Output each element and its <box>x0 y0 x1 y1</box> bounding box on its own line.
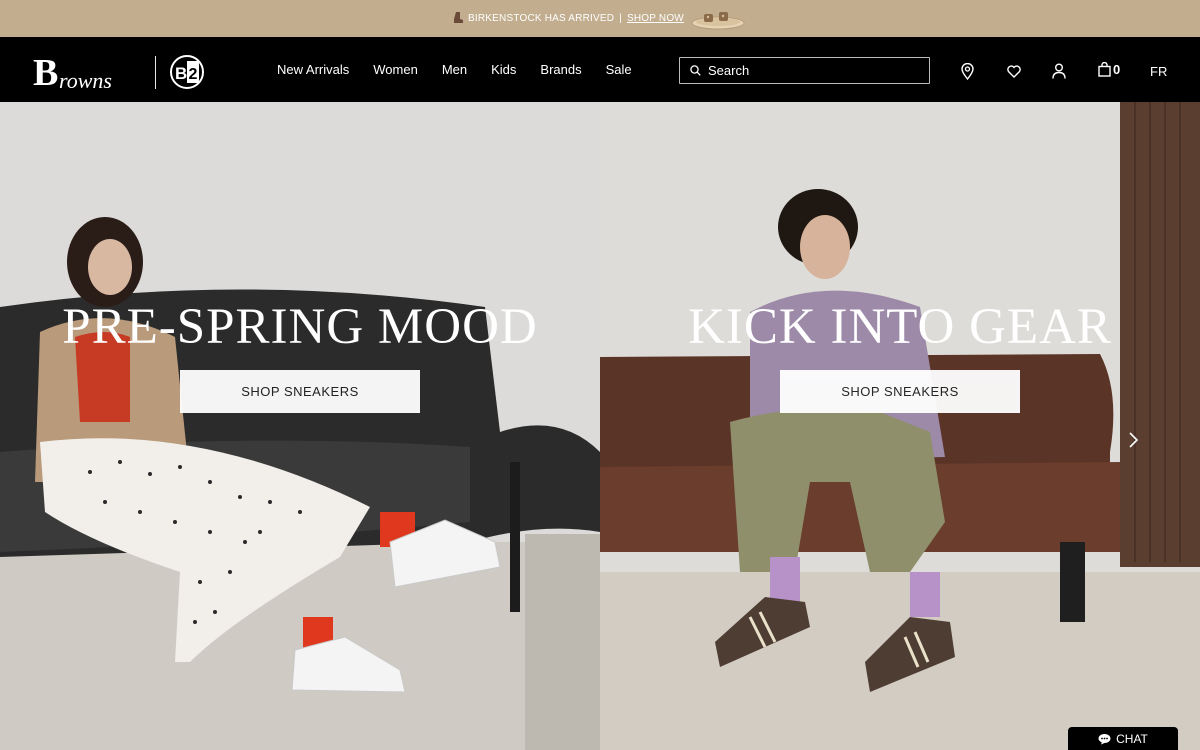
hero-left-shop-button[interactable]: SHOP SNEAKERS <box>180 370 420 413</box>
store-locator-button[interactable] <box>958 62 976 80</box>
svg-text:rowns: rowns <box>59 68 112 91</box>
chat-button[interactable]: CHAT <box>1068 727 1178 750</box>
nav-brands[interactable]: Brands <box>540 62 581 77</box>
logo-divider <box>155 56 156 89</box>
nav-new-arrivals[interactable]: New Arrivals <box>277 62 349 77</box>
hero-panel-left[interactable]: PRE-SPRING MOOD SHOP SNEAKERS <box>0 102 600 750</box>
svg-text:2: 2 <box>189 66 198 83</box>
promo-text: BIRKENSTOCK HAS ARRIVED <box>468 13 615 24</box>
cart-button[interactable]: 0 <box>1098 62 1120 77</box>
hero-left-headline: PRE-SPRING MOOD <box>62 299 538 355</box>
svg-text:B: B <box>33 55 58 91</box>
chat-bubble-icon <box>1098 733 1111 744</box>
search-icon <box>690 65 701 76</box>
nav-sale[interactable]: Sale <box>606 62 632 77</box>
site-header: B rowns B 2 New Arrivals Women Men Kids … <box>0 37 1200 102</box>
nav-men[interactable]: Men <box>442 62 467 77</box>
hero-right-headline: KICK INTO GEAR <box>688 299 1112 355</box>
chevron-right-icon[interactable] <box>1126 431 1140 449</box>
b2-logo[interactable]: B 2 <box>170 55 204 89</box>
chat-label: CHAT <box>1116 731 1148 746</box>
shopping-bag-icon <box>1098 62 1111 77</box>
hero-right-shop-button[interactable]: SHOP SNEAKERS <box>780 370 1020 413</box>
hero-image-right <box>600 102 1200 750</box>
nav-kids[interactable]: Kids <box>491 62 516 77</box>
hero-image-left <box>0 102 600 750</box>
promo-bar: BIRKENSTOCK HAS ARRIVED | SHOP NOW <box>0 0 1200 37</box>
browns-logo[interactable]: B rowns <box>33 55 137 91</box>
location-pin-icon <box>960 62 974 80</box>
hero-section: PRE-SPRING MOOD SHOP SNEAKERS KICK INTO … <box>0 102 1200 750</box>
promo-separator: | <box>619 13 622 24</box>
search-input[interactable] <box>708 63 908 78</box>
svg-text:B: B <box>175 64 187 83</box>
account-button[interactable] <box>1050 62 1068 80</box>
promo-shop-now-link[interactable]: SHOP NOW <box>627 13 684 24</box>
boot-icon <box>454 12 464 23</box>
sandal-image <box>691 11 745 29</box>
search-box[interactable] <box>679 57 930 84</box>
hero-panel-right[interactable]: KICK INTO GEAR SHOP SNEAKERS <box>600 102 1200 750</box>
nav-women[interactable]: Women <box>373 62 418 77</box>
language-switch[interactable]: FR <box>1150 64 1167 79</box>
main-nav: New Arrivals Women Men Kids Brands Sale <box>277 37 656 102</box>
heart-icon <box>1007 64 1021 78</box>
wishlist-button[interactable] <box>1005 62 1023 80</box>
cart-count: 0 <box>1113 62 1121 77</box>
user-icon <box>1052 63 1066 79</box>
